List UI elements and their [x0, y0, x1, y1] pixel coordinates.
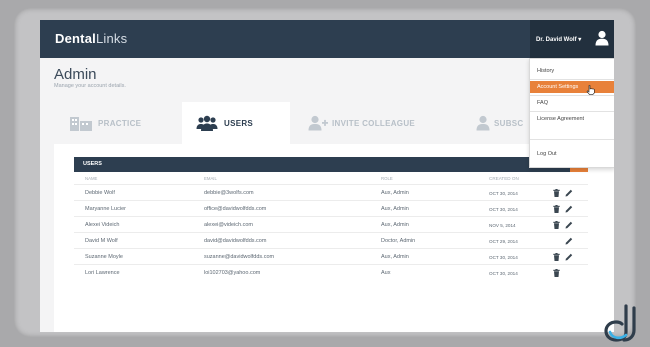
- menu-item-account-settings-label: Account Settings: [537, 84, 579, 90]
- table-row: David M Wolf david@davidwolfdds.com Doctor…: [74, 232, 588, 248]
- cell-role: Doctor, Admin: [381, 238, 416, 244]
- cell-created-on: OCT 30, 2014: [489, 191, 518, 196]
- tab-subscription[interactable]: SUBSC: [454, 102, 530, 144]
- logo-light-text: Links: [95, 31, 128, 46]
- menu-item-history[interactable]: History: [530, 65, 614, 77]
- row-actions: [553, 252, 583, 263]
- caret-down-icon: ▾: [578, 37, 582, 43]
- dl-logo-watermark: [604, 304, 636, 342]
- tab-subscription-label: SUBSC: [494, 119, 524, 128]
- menu-item-account-settings[interactable]: Account Settings: [530, 81, 614, 95]
- users-panel-header: USERS: [74, 157, 588, 172]
- hand-cursor-icon: [586, 85, 595, 95]
- cell-role: Aux, Admin: [381, 206, 409, 212]
- trash-icon[interactable]: [553, 205, 560, 213]
- app-screen: DentalLinks Dr. David Wolf ▾ Admin Manag…: [40, 20, 614, 332]
- col-header-created: CREATED ON: [489, 176, 519, 181]
- cell-role: Aux, Admin: [381, 254, 409, 260]
- table-row: Lori Lawrence loi102703@yahoo.com Aux OCT 3…: [74, 264, 588, 280]
- cell-name: Suzanne Moyle: [85, 254, 123, 260]
- cell-email: alexei@videich.com: [204, 222, 253, 228]
- table-header: NAME EMAIL ROLE CREATED ON: [74, 174, 588, 183]
- users-content: USERS NAME EMAIL ROLE CREATED ON Debbie …: [54, 144, 614, 332]
- col-header-role: ROLE: [381, 176, 393, 181]
- users-icon: [196, 115, 218, 131]
- row-actions: [553, 268, 583, 279]
- pencil-icon[interactable]: [565, 237, 573, 245]
- row-actions: [553, 204, 583, 215]
- users-panel-title: USERS: [83, 161, 102, 167]
- page-title: Admin: [54, 66, 97, 83]
- top-navbar: DentalLinks Dr. David Wolf ▾: [40, 20, 614, 58]
- tab-users-label: USERS: [224, 119, 254, 128]
- cell-name: Debbie Wolf: [85, 190, 115, 196]
- cell-email: office@davidwolfdds.com: [204, 206, 267, 212]
- menu-item-faq[interactable]: FAQ: [530, 97, 614, 109]
- cell-email: debbie@3wolfs.com: [204, 190, 254, 196]
- table-row: Maryanne Lucier office@davidwolfdds.com Au…: [74, 200, 588, 216]
- menu-divider: [530, 79, 614, 80]
- cell-created-on: OCT 30, 2014: [489, 207, 518, 212]
- subscription-user-icon: [476, 115, 490, 131]
- row-actions: [553, 236, 583, 247]
- pencil-icon[interactable]: [565, 205, 573, 213]
- trash-icon[interactable]: [553, 269, 560, 277]
- tab-invite-colleague[interactable]: INVITE COLLEAGUE: [290, 102, 454, 144]
- menu-item-license-agreement[interactable]: License Agreement: [530, 113, 614, 125]
- row-actions: [553, 188, 583, 199]
- cell-created-on: OCT 29, 2014: [489, 239, 518, 244]
- user-menu-button[interactable]: Dr. David Wolf ▾: [530, 20, 614, 58]
- cell-created-on: OCT 30, 2014: [489, 255, 518, 260]
- invite-user-icon: [308, 115, 328, 131]
- practice-building-icon: [70, 117, 92, 131]
- user-name-text: Dr. David Wolf: [536, 37, 577, 43]
- cell-email: david@davidwolfdds.com: [204, 238, 267, 244]
- trash-icon[interactable]: [553, 189, 560, 197]
- cell-role: Aux, Admin: [381, 222, 409, 228]
- pencil-icon[interactable]: [565, 253, 573, 261]
- row-actions: [553, 220, 583, 231]
- app-logo[interactable]: DentalLinks: [55, 31, 127, 46]
- menu-item-log-out[interactable]: Log Out: [530, 148, 614, 160]
- cell-name: Lori Lawrence: [85, 270, 120, 276]
- page-subtitle: Manage your account details.: [54, 83, 126, 89]
- admin-tabs: PRACTICE USERS INVITE COLLEAGUE SUBSC: [40, 102, 614, 144]
- menu-divider: [530, 111, 614, 112]
- user-dropdown-menu: History Account Settings FAQ License Agr…: [529, 58, 614, 168]
- logo-bold-text: Dental: [55, 31, 96, 46]
- cell-email: suzanne@davidwolfdds.com: [204, 254, 275, 260]
- user-avatar-icon: [595, 30, 609, 46]
- pencil-icon[interactable]: [565, 189, 573, 197]
- menu-divider: [530, 139, 614, 140]
- trash-icon[interactable]: [553, 253, 560, 261]
- cell-created-on: OCT 30, 2014: [489, 271, 518, 276]
- tab-users[interactable]: USERS: [182, 102, 290, 144]
- cell-name: Alexei Videich: [85, 222, 120, 228]
- cell-name: Maryanne Lucier: [85, 206, 126, 212]
- table-row: Suzanne Moyle suzanne@davidwolfdds.com Aux…: [74, 248, 588, 264]
- cell-name: David M Wolf: [85, 238, 118, 244]
- col-header-email: EMAIL: [204, 176, 217, 181]
- col-header-name: NAME: [85, 176, 98, 181]
- table-row: Debbie Wolf debbie@3wolfs.com Aux, Admin OC…: [74, 184, 588, 200]
- cell-created-on: NOV 5, 2014: [489, 223, 516, 228]
- cell-role: Aux: [381, 270, 391, 276]
- tab-invite-colleague-label: INVITE COLLEAGUE: [332, 119, 416, 128]
- cell-email: loi102703@yahoo.com: [204, 270, 261, 276]
- cell-role: Aux, Admin: [381, 190, 409, 196]
- menu-divider: [530, 95, 614, 96]
- trash-icon[interactable]: [553, 221, 560, 229]
- tab-practice[interactable]: PRACTICE: [54, 102, 182, 144]
- pencil-icon[interactable]: [565, 221, 573, 229]
- tab-practice-label: PRACTICE: [98, 119, 142, 128]
- user-name: Dr. David Wolf ▾: [536, 36, 581, 43]
- table-row: Alexei Videich alexei@videich.com Aux, Adm…: [74, 216, 588, 232]
